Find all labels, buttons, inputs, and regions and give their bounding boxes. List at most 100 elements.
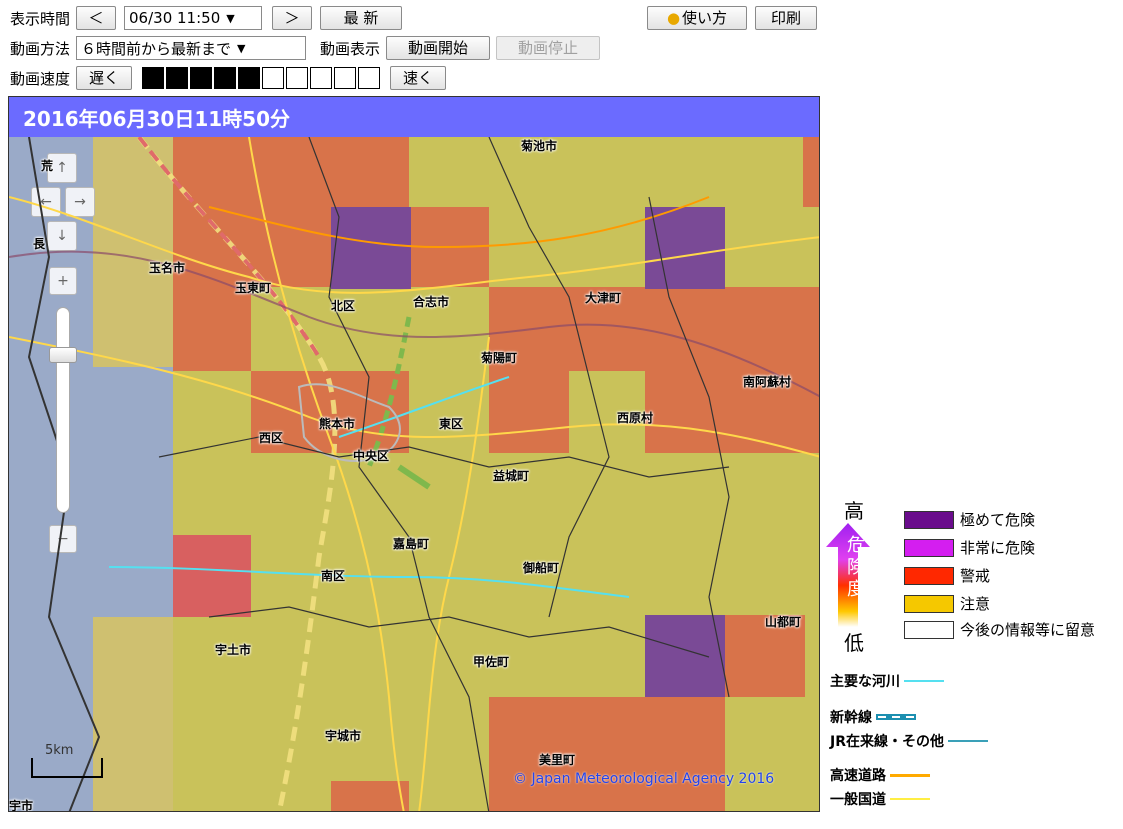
- legend-swatch: [904, 510, 954, 529]
- copyright-text: © Japan Meteorological Agency 2016: [513, 771, 775, 787]
- risk-arrow-text: 危 険 度: [846, 535, 866, 601]
- speed-box: [190, 67, 213, 89]
- legend-swatch: [904, 538, 954, 557]
- control-row-method: 動画方法 ６時間前から最新まで ▼ 動画表示 動画開始 動画停止: [10, 36, 601, 60]
- map-title: 2016年06月30日11時50分: [9, 97, 819, 137]
- scale-label: 5km: [45, 743, 74, 758]
- place-nishi-ku: 西区: [259, 431, 284, 445]
- speed-box: [286, 67, 309, 89]
- risk-arrow-char: 度: [847, 579, 865, 600]
- speed-box: [238, 67, 261, 89]
- national-road-line-icon: [890, 798, 930, 800]
- place-mifune: 御船町: [523, 561, 560, 575]
- zoom-slider-track[interactable]: [56, 307, 70, 513]
- legend-swatch: [904, 594, 954, 613]
- control-row-speed: 動画速度 遅く 速く: [10, 66, 447, 90]
- legend-swatch: [904, 566, 954, 585]
- method-select[interactable]: ６時間前から最新まで ▼: [76, 36, 307, 60]
- display-label: 動画表示: [320, 39, 381, 58]
- place-uto: 宇土市: [215, 643, 252, 657]
- place-chuo-ku: 中央区: [353, 449, 390, 463]
- howto-label: 使い方: [682, 9, 728, 27]
- next-time-button[interactable]: ＞: [272, 6, 313, 30]
- legend-low-label: 低: [844, 631, 864, 655]
- place-higashi-ku: 東区: [439, 417, 464, 431]
- legend-item-warning: 警戒: [904, 565, 990, 586]
- place-naga: 長: [33, 237, 46, 251]
- place-ozu: 大津町: [585, 291, 622, 305]
- print-button[interactable]: 印刷: [755, 6, 817, 30]
- speed-box: [262, 67, 285, 89]
- place-yamato: 山都町: [765, 615, 802, 629]
- legend: 高 危 険 度 低 極めて危険 非常に危険 警戒 注意 今後の情報等に留意 主要…: [820, 495, 1123, 815]
- jr-line-icon: [948, 740, 988, 742]
- place-nishihara: 西原村: [617, 411, 654, 425]
- legend-item-label: 非常に危険: [960, 539, 1036, 557]
- speed-indicator: [142, 67, 382, 89]
- legend-line-shinkansen: 新幹線: [830, 707, 916, 727]
- slower-button[interactable]: 遅く: [76, 66, 133, 90]
- latest-button[interactable]: 最 新: [320, 6, 403, 30]
- map-panel: 2016年06月30日11時50分 菊池市 玉名市 玉東町 北区 合志市 大津町…: [8, 96, 820, 812]
- place-kikuyo: 菊陽町: [481, 351, 518, 365]
- place-minami-ku: 南区: [321, 569, 346, 583]
- control-row-time: 表示時間 ＜ 06/30 11:50 ▼ ＞ 最 新 ● 使い方 印刷: [10, 6, 1123, 30]
- legend-swatch: [904, 620, 954, 639]
- scale-line: [31, 758, 103, 778]
- legend-line-label: 高速道路: [830, 768, 886, 784]
- place-koshi: 合志市: [413, 295, 450, 309]
- legend-line-label: 主要な河川: [830, 674, 900, 690]
- expressway-line-icon: [890, 773, 930, 777]
- speed-box: [214, 67, 237, 89]
- speed-box: [142, 67, 165, 89]
- speed-label: 動画速度: [10, 69, 71, 88]
- speed-box: [334, 67, 357, 89]
- time-select-value: 06/30 11:50: [129, 9, 221, 27]
- place-kikuchi: 菊池市: [521, 139, 558, 153]
- risk-arrow-char: 危: [847, 535, 865, 556]
- legend-line-expressway: 高速道路: [830, 765, 930, 785]
- place-kosa: 甲佐町: [473, 655, 510, 669]
- legend-line-jr: JR在来線・その他: [830, 731, 988, 751]
- legend-line-national-road: 一般国道: [830, 789, 930, 809]
- start-animation-button[interactable]: 動画開始: [386, 36, 491, 60]
- caret-down-icon: ▼: [237, 41, 246, 55]
- legend-line-label: 新幹線: [830, 710, 872, 726]
- legend-item-label: 極めて危険: [960, 511, 1036, 529]
- time-label: 表示時間: [10, 9, 71, 28]
- place-kita-ku: 北区: [331, 299, 356, 313]
- stop-animation-button: 動画停止: [496, 36, 601, 60]
- time-select[interactable]: 06/30 11:50 ▼: [124, 6, 263, 30]
- method-select-value: ６時間前から最新まで: [81, 39, 232, 58]
- legend-item-notice: 今後の情報等に留意: [904, 619, 1095, 640]
- legend-item-label: 注意: [960, 595, 991, 613]
- speed-box: [310, 67, 333, 89]
- place-misato: 美里町: [539, 753, 576, 767]
- speed-box: [166, 67, 189, 89]
- zoom-slider-handle[interactable]: [49, 347, 77, 363]
- place-kashima: 嘉島町: [393, 537, 430, 551]
- legend-item-very-high: 非常に危険: [904, 537, 1035, 558]
- place-gyokuto: 玉東町: [235, 281, 272, 295]
- place-edge: 宇市: [9, 799, 34, 812]
- howto-button[interactable]: ● 使い方: [647, 6, 747, 30]
- speed-box: [358, 67, 381, 89]
- lightbulb-icon: ●: [666, 9, 681, 27]
- legend-line-label: 一般国道: [830, 792, 886, 808]
- legend-line-river: 主要な河川: [830, 671, 944, 691]
- place-mashiki: 益城町: [493, 469, 530, 483]
- legend-item-extreme: 極めて危険: [904, 509, 1035, 530]
- shinkansen-line-icon: [876, 714, 916, 720]
- place-tamana: 玉名市: [149, 261, 186, 275]
- faster-button[interactable]: 速く: [390, 66, 447, 90]
- place-ara: 荒: [41, 159, 54, 173]
- prev-time-button[interactable]: ＜: [76, 6, 117, 30]
- risk-arrow-char: 険: [847, 557, 865, 578]
- method-label: 動画方法: [10, 39, 71, 58]
- place-kumamoto: 熊本市: [319, 417, 356, 431]
- caret-down-icon: ▼: [226, 11, 235, 25]
- map-canvas[interactable]: 菊池市 玉名市 玉東町 北区 合志市 大津町 菊陽町 南阿蘇村 熊本市 西区 東…: [9, 137, 819, 812]
- place-minamiaso: 南阿蘇村: [743, 375, 792, 389]
- river-line-icon: [904, 680, 944, 682]
- legend-line-label: JR在来線・その他: [830, 734, 944, 750]
